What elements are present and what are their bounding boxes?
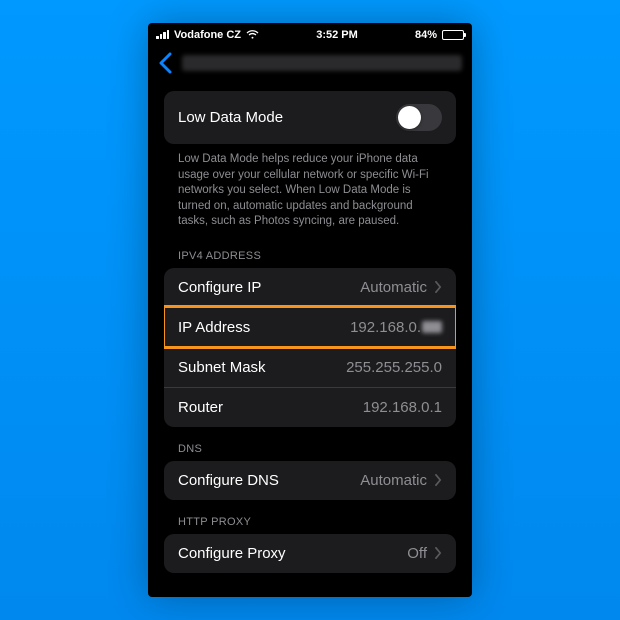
configure-proxy-label: Configure Proxy bbox=[178, 545, 286, 562]
ipv4-section-header: IPV4 ADDRESS bbox=[164, 230, 456, 268]
ip-address-value: 192.168.0. bbox=[350, 319, 442, 336]
ip-address-row: IP Address 192.168.0. bbox=[164, 307, 456, 347]
configure-ip-row[interactable]: Configure IP Automatic bbox=[164, 268, 456, 307]
phone-frame: Vodafone CZ 3:52 PM 84% Low Data Mode Lo… bbox=[148, 23, 472, 597]
ipv4-group: Configure IP Automatic IP Address 192.16… bbox=[164, 268, 456, 427]
low-data-mode-group: Low Data Mode bbox=[164, 91, 456, 144]
proxy-group: Configure Proxy Off bbox=[164, 534, 456, 573]
status-left: Vodafone CZ bbox=[156, 29, 259, 41]
signal-icon bbox=[156, 30, 169, 39]
subnet-mask-value: 255.255.255.0 bbox=[346, 359, 442, 376]
status-bar: Vodafone CZ 3:52 PM 84% bbox=[148, 23, 472, 43]
low-data-mode-label: Low Data Mode bbox=[178, 109, 283, 126]
low-data-mode-description: Low Data Mode helps reduce your iPhone d… bbox=[164, 144, 456, 230]
carrier-label: Vodafone CZ bbox=[174, 29, 241, 41]
low-data-mode-toggle[interactable] bbox=[396, 104, 442, 131]
configure-dns-row[interactable]: Configure DNS Automatic bbox=[164, 461, 456, 500]
low-data-mode-row[interactable]: Low Data Mode bbox=[164, 91, 456, 144]
chevron-right-icon bbox=[435, 281, 442, 293]
page-title bbox=[182, 55, 462, 71]
ip-address-label: IP Address bbox=[178, 319, 250, 336]
chevron-right-icon bbox=[435, 547, 442, 559]
battery-pct: 84% bbox=[415, 29, 437, 41]
status-time: 3:52 PM bbox=[316, 29, 358, 41]
chevron-right-icon bbox=[435, 474, 442, 486]
status-right: 84% bbox=[415, 29, 464, 41]
proxy-section-header: HTTP PROXY bbox=[164, 500, 456, 534]
subnet-mask-row: Subnet Mask 255.255.255.0 bbox=[164, 347, 456, 387]
configure-proxy-value: Off bbox=[407, 545, 442, 562]
configure-ip-value: Automatic bbox=[360, 279, 442, 296]
content: Low Data Mode Low Data Mode helps reduce… bbox=[148, 83, 472, 597]
ip-last-octet-redacted bbox=[422, 321, 442, 333]
router-label: Router bbox=[178, 399, 223, 416]
wifi-icon bbox=[246, 30, 259, 40]
configure-ip-label: Configure IP bbox=[178, 279, 261, 296]
subnet-mask-label: Subnet Mask bbox=[178, 359, 266, 376]
router-row: Router 192.168.0.1 bbox=[164, 387, 456, 427]
configure-proxy-row[interactable]: Configure Proxy Off bbox=[164, 534, 456, 573]
back-button[interactable] bbox=[158, 52, 172, 74]
dns-section-header: DNS bbox=[164, 427, 456, 461]
configure-dns-value: Automatic bbox=[360, 472, 442, 489]
dns-group: Configure DNS Automatic bbox=[164, 461, 456, 500]
configure-dns-label: Configure DNS bbox=[178, 472, 279, 489]
router-value: 192.168.0.1 bbox=[363, 399, 442, 416]
battery-icon bbox=[442, 30, 464, 40]
nav-bar bbox=[148, 43, 472, 83]
